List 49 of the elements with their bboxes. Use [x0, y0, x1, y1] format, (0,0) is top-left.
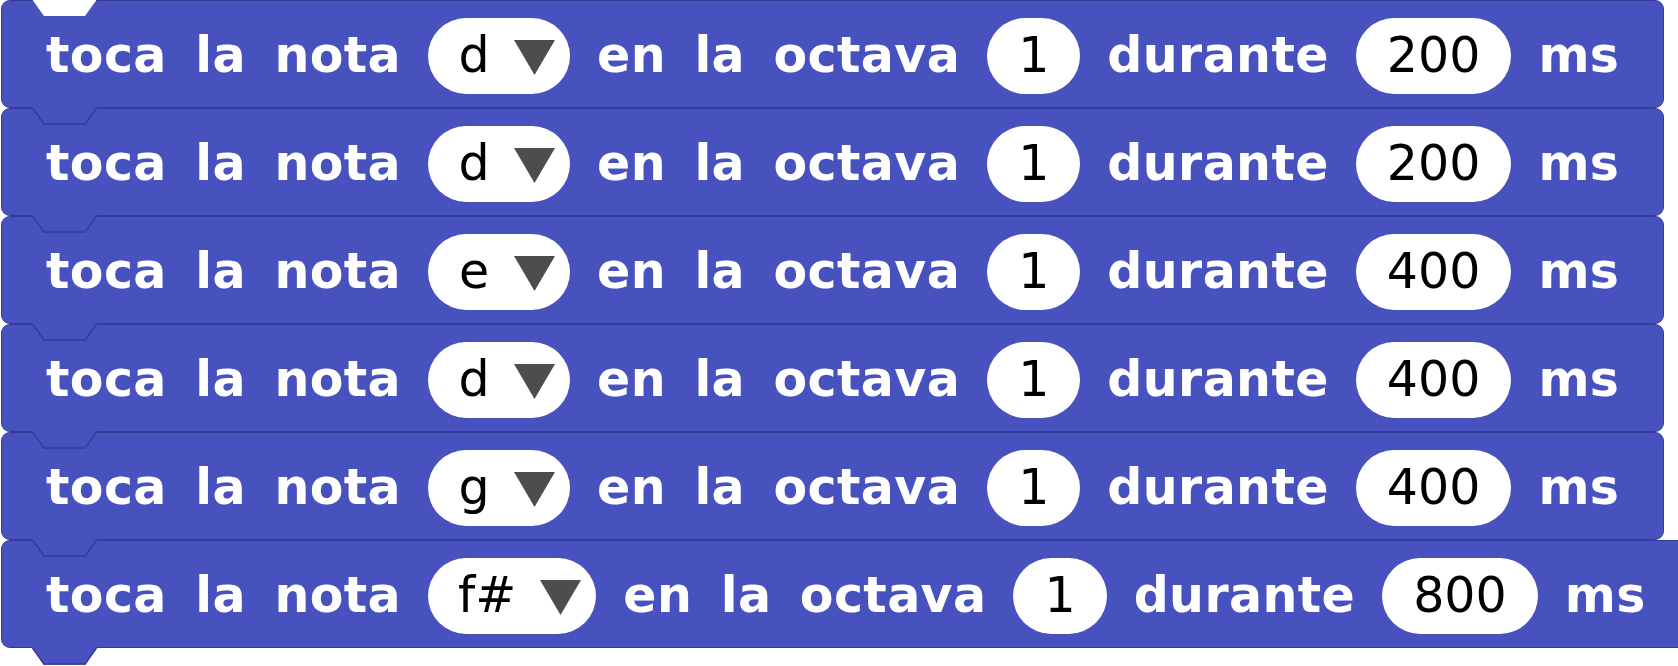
block-label: en la octava: [597, 460, 961, 515]
caret-icon: [540, 580, 582, 615]
block-label: en la octava: [597, 136, 961, 191]
block-label: toca la nota: [46, 568, 401, 623]
block-label: ms: [1538, 352, 1620, 407]
number-field[interactable]: 1: [987, 233, 1081, 310]
caret-icon: [514, 364, 555, 399]
block-label: ms: [1538, 136, 1620, 191]
number-field[interactable]: 400: [1355, 341, 1512, 418]
number-field[interactable]: 200: [1355, 125, 1512, 202]
block-label: durante: [1107, 244, 1329, 299]
number-field[interactable]: 400: [1355, 449, 1512, 526]
caret-icon: [514, 148, 555, 183]
block-label: durante: [1107, 28, 1329, 83]
caret-icon: [514, 472, 555, 507]
note-dropdown[interactable]: d: [428, 341, 570, 418]
block-label: en la octava: [597, 28, 961, 83]
number-field[interactable]: 1: [987, 449, 1081, 526]
block-label: toca la nota: [46, 460, 401, 515]
note-dropdown[interactable]: d: [428, 125, 570, 202]
block-label: durante: [1107, 352, 1329, 407]
number-field[interactable]: 1: [987, 341, 1081, 418]
block-label: en la octava: [597, 352, 961, 407]
number-field[interactable]: 1: [987, 17, 1081, 94]
connector-tab: [31, 646, 98, 665]
block-label: toca la nota: [46, 28, 401, 83]
note-dropdown[interactable]: e: [428, 233, 570, 310]
note-dropdown[interactable]: d: [428, 17, 570, 94]
block-label: ms: [1538, 460, 1620, 515]
block-label: ms: [1538, 28, 1620, 83]
block-label: toca la nota: [46, 352, 401, 407]
number-field[interactable]: 1: [1013, 557, 1107, 634]
block-label: toca la nota: [46, 136, 401, 191]
block-label: en la octava: [623, 568, 987, 623]
block-label: en la octava: [597, 244, 961, 299]
block-label: toca la nota: [46, 244, 401, 299]
caret-icon: [514, 256, 555, 291]
caret-icon: [514, 40, 555, 75]
number-field[interactable]: 1: [987, 125, 1081, 202]
block-label: durante: [1107, 136, 1329, 191]
number-field[interactable]: 200: [1355, 17, 1512, 94]
note-dropdown[interactable]: g: [428, 449, 570, 526]
number-field[interactable]: 400: [1355, 233, 1512, 310]
block-label: ms: [1538, 244, 1620, 299]
block-label: durante: [1107, 460, 1329, 515]
block-label: durante: [1133, 568, 1356, 623]
note-dropdown[interactable]: f#: [428, 557, 597, 634]
block-label: ms: [1564, 568, 1646, 623]
number-field[interactable]: 800: [1382, 557, 1538, 634]
